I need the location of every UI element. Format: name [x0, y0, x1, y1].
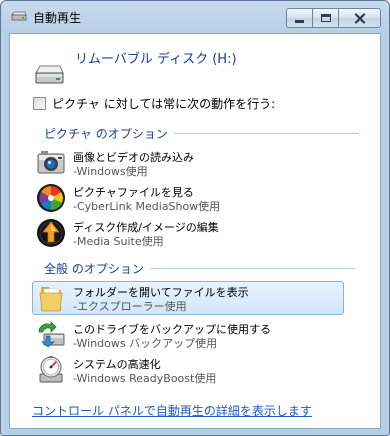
section-divider	[149, 267, 355, 269]
always-do-checkbox-row[interactable]: ピクチャ に対しては常に次の動作を行う:	[33, 95, 275, 111]
option-speed-up-system[interactable]: システムの高速化 -Windows ReadyBoost使用	[32, 353, 344, 387]
option-subtitle: -Windows ReadyBoost使用	[73, 372, 217, 385]
option-open-folder[interactable]: フォルダーを開いてファイルを表示 -エクスプローラー使用	[32, 281, 344, 315]
readyboost-icon	[39, 356, 63, 383]
drive-title: リムーバブル ディスク (H:)	[75, 52, 237, 67]
minimize-button[interactable]	[286, 8, 313, 28]
autoplay-window: 自動再生 リムーバブル ディスク (H:) ピクチャ に対しては常に次の動作を行…	[0, 0, 390, 436]
mediashow-icon	[37, 184, 65, 212]
backup-icon	[38, 321, 65, 348]
control-panel-autoplay-link[interactable]: コントロール パネルで自動再生の詳細を表示します	[32, 402, 312, 419]
section-divider	[173, 132, 359, 134]
title-bar[interactable]: 自動再生	[1, 1, 389, 31]
option-subtitle: -Windows使用	[73, 165, 148, 178]
always-do-checkbox[interactable]	[33, 96, 46, 110]
always-do-checkbox-label[interactable]: ピクチャ に対しては常に次の動作を行う:	[52, 95, 275, 112]
drive-small-icon	[11, 11, 27, 21]
section-general-options: 全般 のオプション	[44, 260, 364, 276]
option-use-for-backup[interactable]: このドライブをバックアップに使用する -Windows バックアップ使用	[32, 318, 344, 352]
maximize-icon	[320, 14, 331, 22]
option-import-pictures[interactable]: 画像とビデオの読み込み -Windows使用	[32, 146, 344, 180]
maximize-button[interactable]	[312, 8, 339, 28]
camera-icon	[37, 151, 65, 174]
media-suite-icon	[37, 219, 65, 247]
close-icon	[354, 12, 365, 24]
option-subtitle: -Windows バックアップ使用	[73, 337, 218, 350]
minimize-icon	[295, 19, 304, 23]
autoplay-content: リムーバブル ディスク (H:) ピクチャ に対しては常に次の動作を行う: ピク…	[9, 33, 381, 429]
option-view-pictures[interactable]: ピクチャファイルを見る -CyberLink MediaShow使用	[32, 181, 344, 215]
option-subtitle: -CyberLink MediaShow使用	[73, 200, 221, 213]
close-button[interactable]	[338, 8, 381, 28]
section-general-options-label: 全般 のオプション	[44, 261, 144, 276]
folder-icon	[39, 287, 63, 312]
option-subtitle: -エクスプローラー使用	[73, 300, 187, 313]
option-subtitle: -Media Suite使用	[73, 235, 164, 248]
removable-drive-icon	[35, 65, 64, 84]
section-picture-options: ピクチャ のオプション	[44, 125, 364, 141]
section-picture-options-label: ピクチャ のオプション	[44, 126, 168, 141]
window-title: 自動再生	[33, 11, 82, 25]
option-create-disc[interactable]: ディスク作成/イメージの編集 -Media Suite使用	[32, 216, 344, 250]
